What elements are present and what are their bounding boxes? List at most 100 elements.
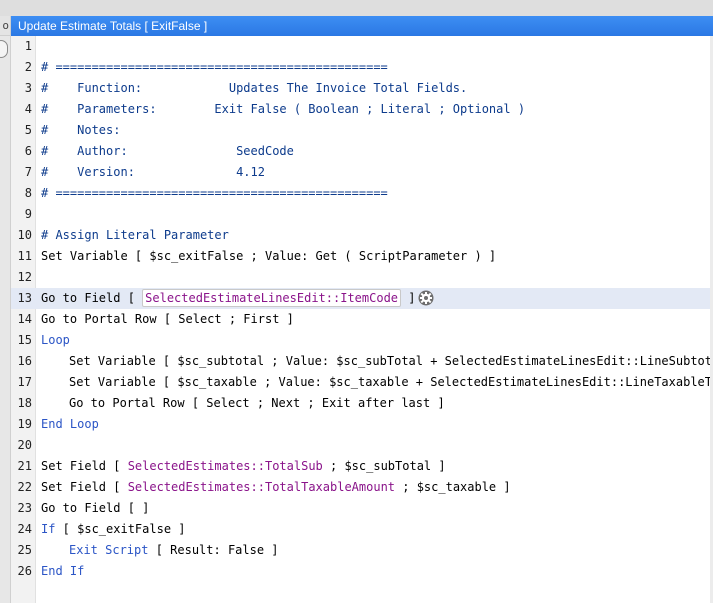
line-code: # Function: Updates The Invoice Total Fi… xyxy=(41,78,467,99)
script-line[interactable]: 22 Set Field [ SelectedEstimates::TotalTa… xyxy=(11,477,710,498)
gear-icon[interactable] xyxy=(418,290,434,306)
line-code: # Notes: xyxy=(41,120,120,141)
script-line[interactable]: 5 # Notes: xyxy=(11,120,710,141)
script-line[interactable]: 13 Go to Field [ SelectedEstimateLinesEdi… xyxy=(11,288,710,309)
control-keyword: End Loop xyxy=(41,417,99,431)
tab-script-title[interactable]: Update Estimate Totals [ ExitFalse ] xyxy=(11,16,713,36)
step-text: Go to Field [ ] xyxy=(41,501,150,515)
script-line[interactable]: 18 Go to Portal Row [ Select ; Next ; Exi… xyxy=(11,393,710,414)
script-line[interactable]: 2 # =====================================… xyxy=(11,57,710,78)
line-code: Set Variable [ $sc_taxable ; Value: $sc_… xyxy=(69,372,710,393)
step-text: [ Result: False ] xyxy=(148,543,279,557)
line-code: Set Field [ SelectedEstimates::TotalSub … xyxy=(41,456,446,477)
step-text: Go to Field [ xyxy=(41,291,143,305)
step-text: Set Field [ xyxy=(41,480,128,494)
control-keyword: If xyxy=(41,522,56,536)
control-keyword: Loop xyxy=(41,333,70,347)
script-line[interactable]: 19 End Loop xyxy=(11,414,710,435)
script-line[interactable]: 21 Set Field [ SelectedEstimates::TotalSu… xyxy=(11,456,710,477)
script-line[interactable]: 11 Set Variable [ $sc_exitFalse ; Value: … xyxy=(11,246,710,267)
script-lines: 1 2 # ====================================… xyxy=(11,36,710,582)
comment-text: # Author: SeedCode xyxy=(41,144,294,158)
field-reference: SelectedEstimates::TotalTaxableAmount xyxy=(127,480,396,494)
script-line[interactable]: 17 Set Variable [ $sc_taxable ; Value: $s… xyxy=(11,372,710,393)
line-code: Go to Field [ ] xyxy=(41,498,149,519)
line-number: 12 xyxy=(17,270,32,284)
comment-text: # ======================================… xyxy=(41,186,388,200)
script-line[interactable]: 4 # Parameters: Exit False ( Boolean ; Li… xyxy=(11,99,710,120)
script-line[interactable]: 24 If [ $sc_exitFalse ] xyxy=(11,519,710,540)
script-line[interactable]: 9 xyxy=(11,204,710,225)
script-line[interactable]: 16 Set Variable [ $sc_subtotal ; Value: $… xyxy=(11,351,710,372)
script-line[interactable]: 20 xyxy=(11,435,710,456)
step-text: ; $sc_taxable ] xyxy=(395,480,511,494)
line-code: Set Field [ SelectedEstimates::TotalTaxa… xyxy=(41,477,511,498)
step-text: Go to Portal Row [ Select ; Next ; Exit … xyxy=(69,396,445,410)
script-line[interactable]: 10 # Assign Literal Parameter xyxy=(11,225,710,246)
field-reference[interactable]: SelectedEstimateLinesEdit::ItemCode xyxy=(142,289,402,307)
line-number: 7 xyxy=(24,165,32,179)
line-number: 24 xyxy=(17,522,32,536)
script-line[interactable]: 6 # Author: SeedCode xyxy=(11,141,710,162)
line-code: Set Variable [ $sc_exitFalse ; Value: Ge… xyxy=(41,246,496,267)
line-number: 4 xyxy=(24,102,32,116)
line-number: 17 xyxy=(17,375,32,389)
script-line[interactable]: 23 Go to Field [ ] xyxy=(11,498,710,519)
comment-text: # Function: Updates The Invoice Total Fi… xyxy=(41,81,468,95)
script-line[interactable]: 7 # Version: 4.12 xyxy=(11,162,710,183)
line-number: 20 xyxy=(17,438,32,452)
script-line[interactable]: 3 # Function: Updates The Invoice Total F… xyxy=(11,78,710,99)
step-text: ] xyxy=(401,291,416,305)
script-line[interactable]: 8 # =====================================… xyxy=(11,183,710,204)
step-text: ; $sc_subTotal ] xyxy=(322,459,446,473)
script-line[interactable]: 26 End If xyxy=(11,561,710,582)
line-number: 9 xyxy=(24,207,32,221)
line-code: Go to Field [ SelectedEstimateLinesEdit:… xyxy=(41,288,434,309)
comment-text: # Notes: xyxy=(41,123,121,137)
script-line[interactable]: 12 xyxy=(11,267,710,288)
line-number: 11 xyxy=(17,249,32,263)
line-code: End Loop xyxy=(41,414,99,435)
line-number: 2 xyxy=(24,60,32,74)
control-keyword: Exit Script xyxy=(69,543,149,557)
line-number: 8 xyxy=(24,186,32,200)
script-line[interactable]: 25 Exit Script [ Result: False ] xyxy=(11,540,710,561)
line-code: # Assign Literal Parameter xyxy=(41,225,229,246)
line-code: Exit Script [ Result: False ] xyxy=(69,540,279,561)
line-number: 19 xyxy=(17,417,32,431)
line-number: 22 xyxy=(17,480,32,494)
line-code: # ======================================… xyxy=(41,57,388,78)
line-code: Go to Portal Row [ Select ; First ] xyxy=(41,309,294,330)
line-code: If [ $sc_exitFalse ] xyxy=(41,519,186,540)
script-line[interactable]: 14 Go to Portal Row [ Select ; First ] xyxy=(11,309,710,330)
comment-text: # ======================================… xyxy=(41,60,388,74)
line-number: 18 xyxy=(17,396,32,410)
control-keyword: End If xyxy=(41,564,85,578)
step-text: Go to Portal Row [ Select ; First ] xyxy=(41,312,294,326)
script-line[interactable]: 1 xyxy=(11,36,710,57)
line-number: 21 xyxy=(17,459,32,473)
line-number: 13 xyxy=(17,291,32,305)
line-number: 14 xyxy=(17,312,32,326)
field-reference: SelectedEstimates::TotalSub xyxy=(127,459,323,473)
step-text: [ $sc_exitFalse ] xyxy=(55,522,186,536)
line-code: Loop xyxy=(41,330,70,351)
step-text: Set Variable [ $sc_subtotal ; Value: $sc… xyxy=(69,354,710,368)
script-editor[interactable]: 1 2 # ====================================… xyxy=(11,36,710,603)
line-code: # Author: SeedCode xyxy=(41,141,294,162)
line-number: 16 xyxy=(17,354,32,368)
step-text: Set Variable [ $sc_exitFalse ; Value: Ge… xyxy=(41,249,497,263)
line-code: Set Variable [ $sc_subtotal ; Value: $sc… xyxy=(69,351,710,372)
side-tab[interactable]: o xyxy=(0,16,10,36)
line-number: 3 xyxy=(24,81,32,95)
line-code: # ======================================… xyxy=(41,183,388,204)
line-code: # Version: 4.12 xyxy=(41,162,265,183)
line-number: 15 xyxy=(17,333,32,347)
line-number: 23 xyxy=(17,501,32,515)
left-panel-edge xyxy=(0,16,11,603)
script-line[interactable]: 15 Loop xyxy=(11,330,710,351)
comment-text: # Version: 4.12 xyxy=(41,165,265,179)
line-code: End If xyxy=(41,561,84,582)
line-number: 6 xyxy=(24,144,32,158)
step-text: Set Field [ xyxy=(41,459,128,473)
